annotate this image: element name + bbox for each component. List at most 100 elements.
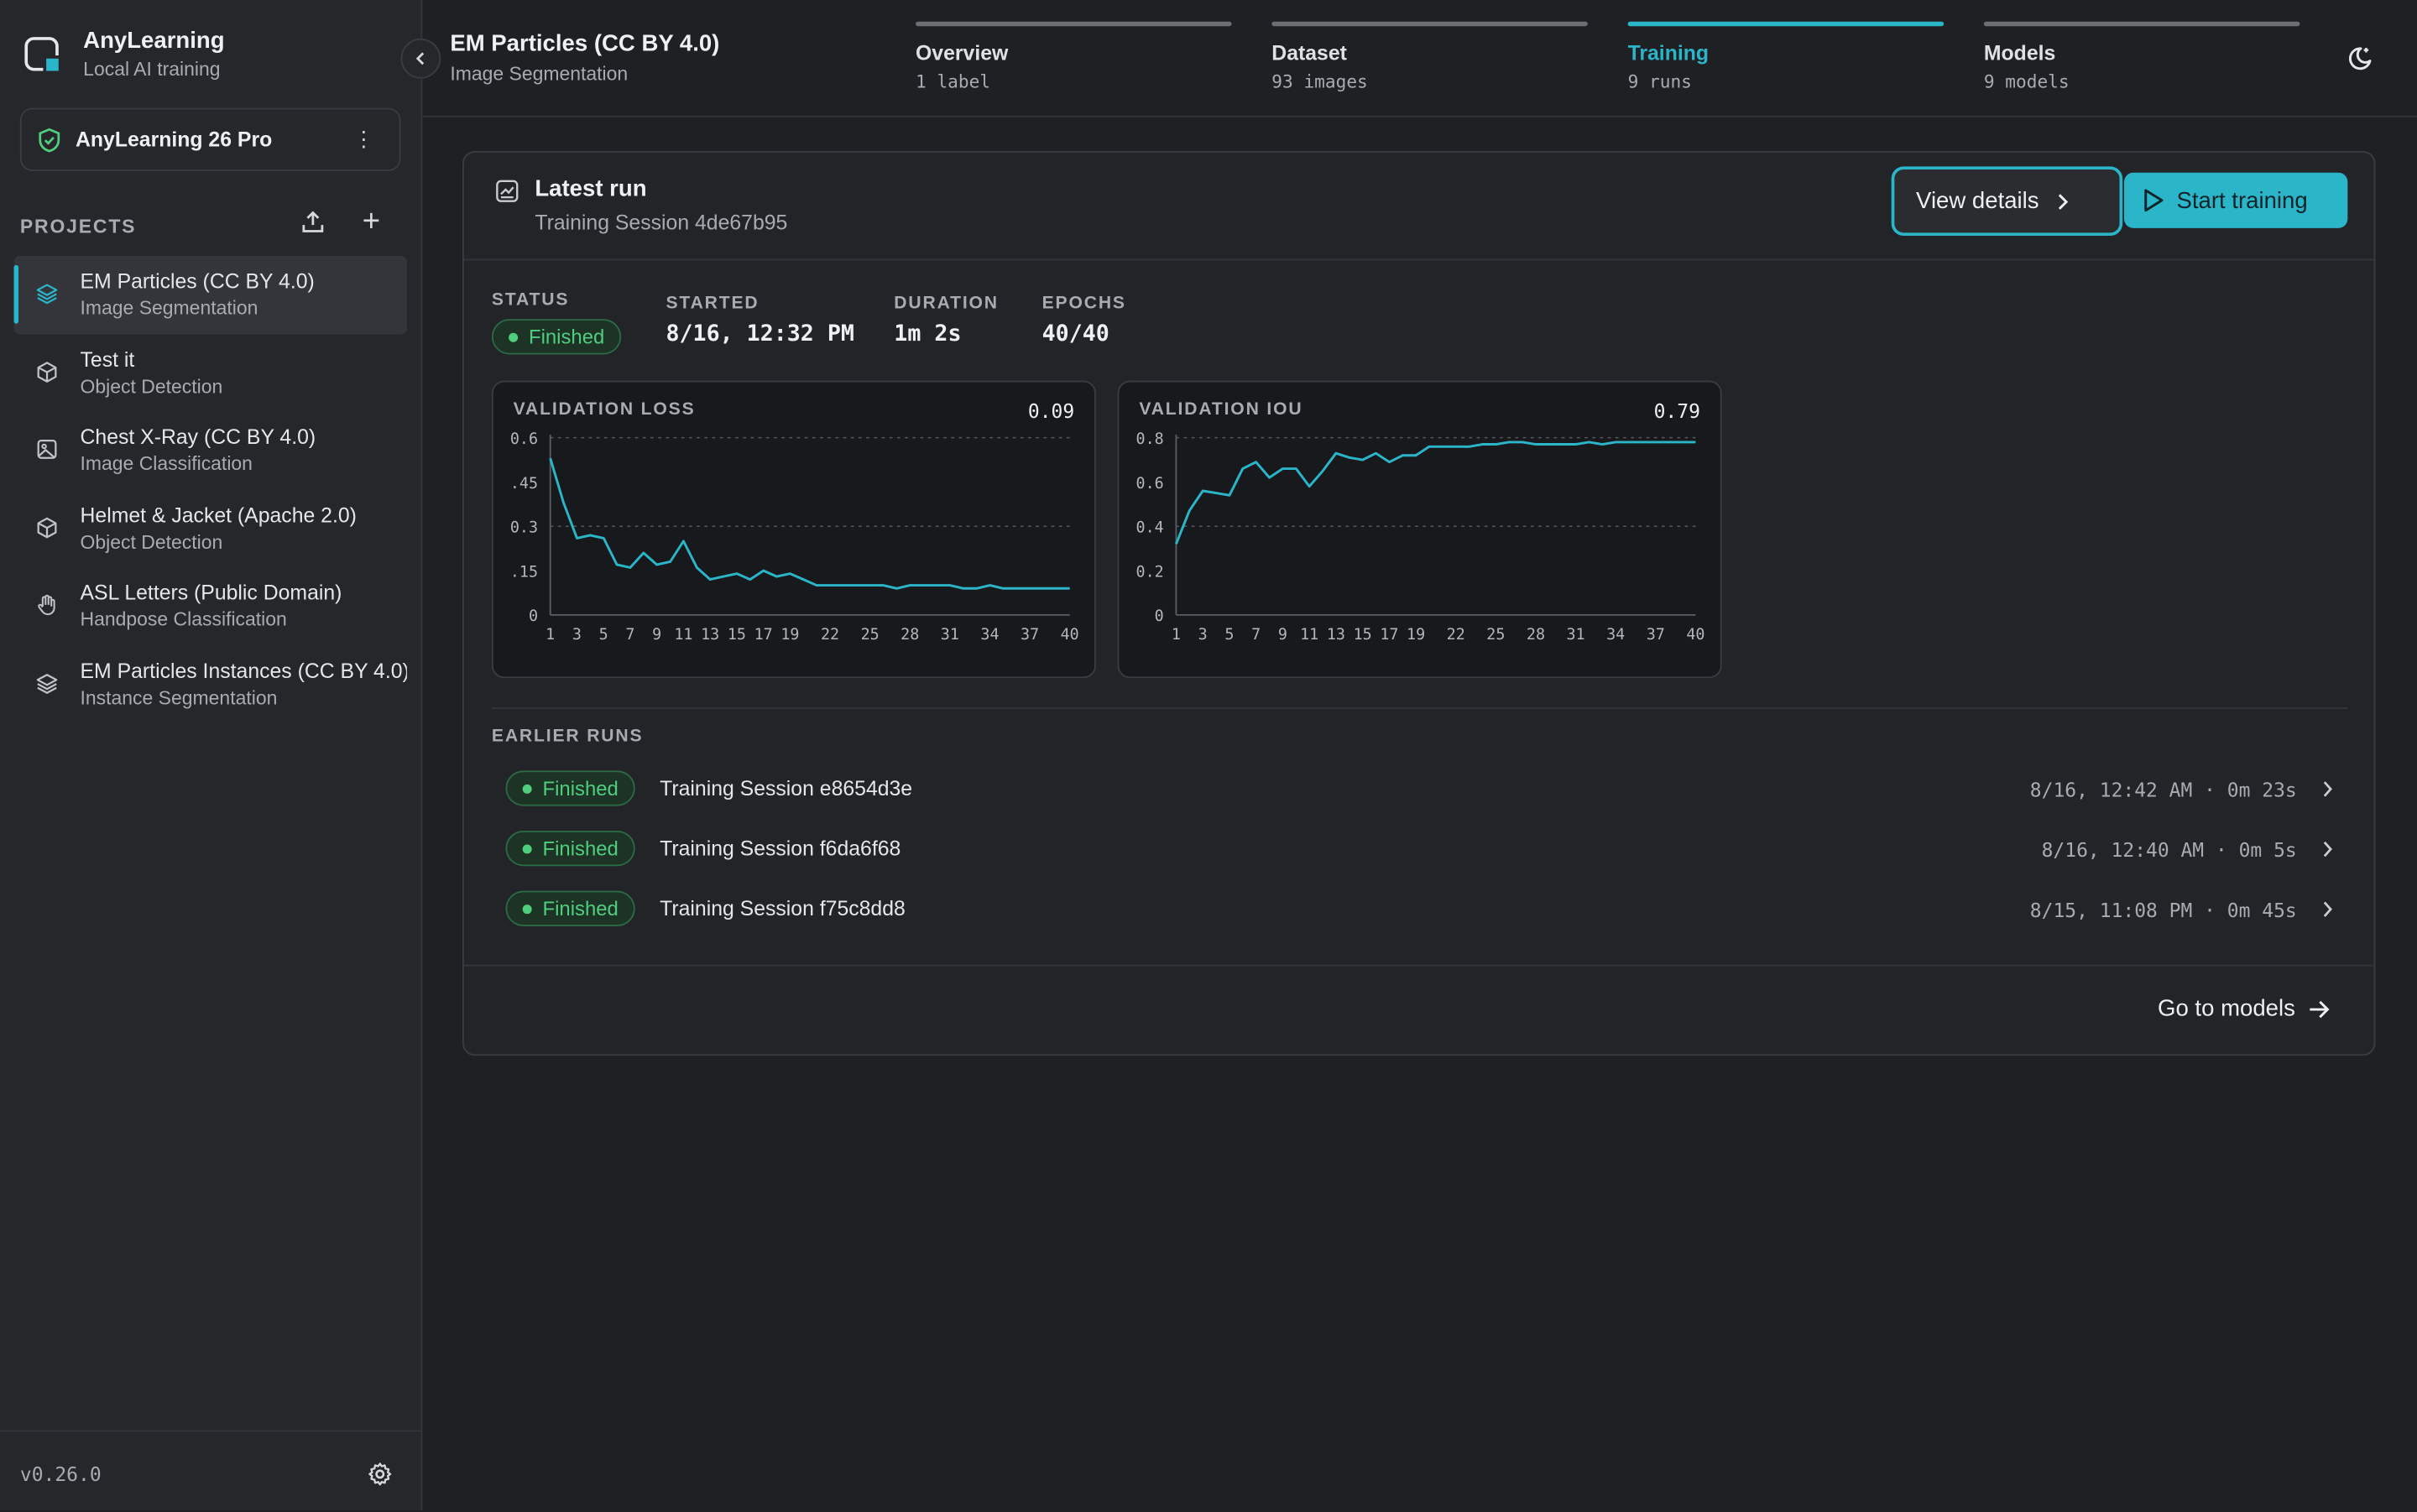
validation-loss-chart: VALIDATION LOSS 0.09 0.15 0.3.45 0.6 1 3 5 7 9 1…	[491, 380, 1096, 679]
y-tick-label: 0	[1155, 607, 1164, 625]
go-to-models-link[interactable]: Go to models	[2158, 996, 2331, 1022]
status-badge: Finished	[505, 890, 635, 926]
epochs-block: EPOCHS 40/40	[1042, 295, 1126, 347]
project-type: Image Classification	[80, 452, 253, 475]
x-tick-label: 3	[1198, 626, 1208, 644]
x-tick-label: 28	[901, 626, 919, 644]
x-tick-label: 7	[625, 626, 634, 644]
duration-key: DURATION	[894, 294, 999, 313]
chevron-right-icon	[2058, 193, 2068, 209]
tab-count: 1 label	[916, 70, 991, 93]
latest-run-title: Latest run	[535, 175, 647, 202]
page-title: EM Particles (CC BY 4.0)	[450, 30, 720, 57]
sidebar: AnyLearning Local AI training AnyLearnin…	[0, 0, 423, 1510]
x-tick-label: 17	[754, 626, 773, 644]
x-tick-label: 11	[1300, 626, 1318, 644]
x-tick-label: 37	[1647, 626, 1665, 644]
status-block: STATUS Finished	[491, 291, 622, 355]
y-tick-label: 0.8	[1136, 430, 1164, 448]
project-name: EM Particles Instances (CC BY 4.0)	[80, 659, 407, 682]
x-tick-label: 37	[1021, 626, 1039, 644]
earlier-run-row[interactable]: Finished Training Session e8654d3e 8/16,…	[505, 770, 2333, 807]
started-block: STARTED 8/16, 12:32 PM	[666, 295, 854, 347]
card-footer-divider	[463, 964, 2374, 967]
chevron-left-icon	[415, 52, 425, 65]
x-tick-label: 11	[674, 626, 692, 644]
duration-value: 1m 2s	[894, 321, 962, 347]
project-item-asl-letters[interactable]: ASL Letters (Public Domain) Handpose Cla…	[14, 567, 407, 645]
license-label: AnyLearning 26 Pro	[75, 128, 273, 151]
start-training-button[interactable]: Start training	[2124, 172, 2348, 228]
tab-training[interactable]: Training 9 runs	[1627, 21, 1945, 92]
project-item-em-particles[interactable]: EM Particles (CC BY 4.0) Image Segmentat…	[13, 255, 407, 334]
license-card[interactable]: AnyLearning 26 Pro ⋮	[19, 107, 401, 171]
epochs-value: 40/40	[1041, 321, 1109, 347]
y-tick-label: 0.2	[1136, 563, 1164, 581]
view-details-label: View details	[1916, 188, 2039, 215]
page-subtitle: Image Segmentation	[450, 63, 629, 86]
layers-icon	[36, 284, 58, 305]
x-tick-label: 28	[1527, 626, 1545, 644]
run-status: Finished	[542, 837, 619, 860]
tab-label: Overview	[916, 41, 1009, 65]
x-tick-label: 40	[1061, 626, 1079, 644]
cube-icon	[37, 516, 57, 538]
brand[interactable]: AnyLearning Local AI training	[24, 28, 225, 81]
y-tick-label: 0	[529, 607, 538, 625]
tab-overview[interactable]: Overview 1 label	[916, 21, 1232, 93]
project-name: ASL Letters (Public Domain)	[80, 581, 342, 604]
x-tick-label: 1	[1172, 626, 1181, 644]
duration-block: DURATION 1m 2s	[894, 295, 999, 347]
run-info: 8/16, 12:40 AM · 0m 5s	[2041, 838, 2297, 862]
latest-run-card: Latest run Training Session 4de67b95 Vie…	[462, 150, 2376, 1056]
earlier-runs-title: EARLIER RUNS	[491, 727, 644, 746]
start-training-label: Start training	[2176, 187, 2308, 214]
project-item-test-it[interactable]: Test it Object Detection	[14, 334, 407, 412]
project-name: EM Particles (CC BY 4.0)	[80, 269, 315, 293]
earlier-run-row[interactable]: Finished Training Session f6da6f68 8/16,…	[505, 830, 2333, 868]
app-name: AnyLearning	[83, 28, 225, 55]
theme-toggle-icon[interactable]	[2347, 44, 2374, 72]
x-tick-label: 40	[1686, 626, 1704, 644]
x-tick-label: 1	[546, 626, 555, 644]
x-tick-label: 19	[780, 626, 799, 644]
run-name: Training Session f75c8dd8	[660, 896, 906, 920]
validation-iou-chart: VALIDATION IOU 0.79 0 0.2 0.4 0.6 0.8 1 3 5 7 9 11…	[1117, 380, 1722, 679]
y-tick-label: 0.6	[510, 430, 538, 448]
earlier-run-row[interactable]: Finished Training Session f75c8dd8 8/15,…	[505, 890, 2333, 928]
y-tick-label: 0.3	[510, 519, 538, 537]
x-tick-label: 22	[821, 626, 839, 644]
run-name: Training Session e8654d3e	[660, 776, 913, 800]
status-badge: Finished	[505, 770, 635, 806]
y-tick-label: .15	[510, 563, 538, 581]
project-item-chest-xray[interactable]: Chest X-Ray (CC BY 4.0) Image Classifica…	[14, 411, 407, 489]
tab-models[interactable]: Models 9 models	[1983, 21, 2300, 93]
run-status: Finished	[542, 776, 619, 800]
x-tick-label: 25	[861, 626, 880, 644]
add-project-icon[interactable]: +	[363, 206, 380, 237]
view-details-button[interactable]: View details	[1891, 166, 2123, 237]
shield-check-icon	[39, 127, 60, 152]
iou-plot: 00.20.40.60.81 3 5 7 9 11 13 15 17 19 22 25 28 31 34 37…	[1136, 430, 1705, 644]
more-options-icon[interactable]: ⋮	[353, 128, 375, 149]
tab-label: Models	[1983, 41, 2056, 65]
project-item-em-particles-instances[interactable]: EM Particles Instances (CC BY 4.0) Insta…	[14, 645, 407, 723]
x-tick-label: 25	[1486, 626, 1505, 644]
upload-icon[interactable]	[300, 210, 325, 234]
hand-icon	[38, 594, 55, 616]
x-tick-label: 3	[572, 626, 582, 644]
gear-icon[interactable]	[367, 1461, 393, 1487]
tab-dataset[interactable]: Dataset 93 images	[1271, 21, 1588, 92]
x-tick-label: 13	[701, 626, 719, 644]
status-key: STATUS	[491, 291, 570, 310]
divider	[491, 707, 2348, 709]
project-type: Image Segmentation	[80, 297, 258, 320]
app-logo-icon	[24, 37, 62, 75]
projects-title: PROJECTS	[19, 216, 137, 237]
x-tick-label: 9	[652, 626, 661, 644]
x-tick-label: 13	[1327, 626, 1345, 644]
project-item-helmet-jacket[interactable]: Helmet & Jacket (Apache 2.0) Object Dete…	[14, 489, 407, 567]
collapse-sidebar-button[interactable]	[400, 38, 441, 79]
run-info: 8/15, 11:08 PM · 0m 45s	[2029, 898, 2297, 922]
tab-count: 9 models	[1983, 70, 2070, 93]
